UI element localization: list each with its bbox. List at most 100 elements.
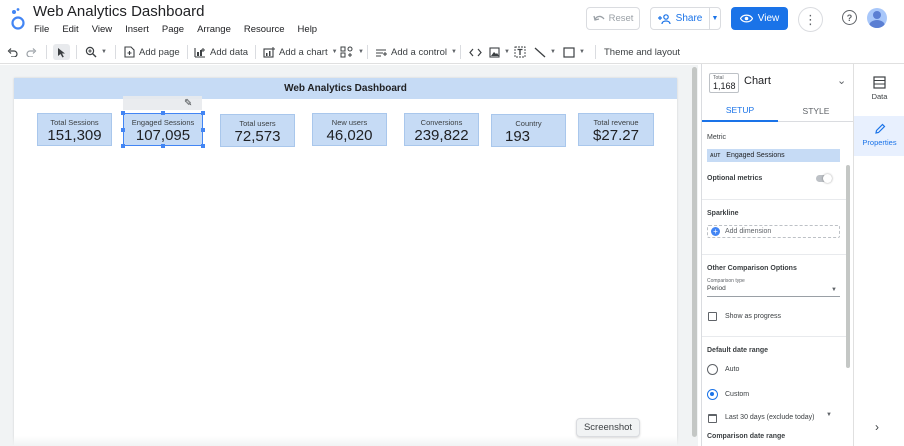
screenshot-tooltip[interactable]: Screenshot — [576, 418, 640, 437]
optional-metrics-toggle[interactable] — [816, 174, 832, 183]
scorecard-conversions[interactable]: Conversions 239,822 — [404, 113, 479, 146]
menu-page[interactable]: Page — [162, 24, 184, 35]
share-button[interactable]: Share — [650, 7, 710, 30]
properties-panel: Total 1,168 Chart ⌄ SETUP STYLE Metric A… — [701, 64, 854, 446]
reset-label: Reset — [608, 13, 634, 24]
view-label: View — [757, 13, 780, 24]
resize-handle[interactable] — [121, 144, 125, 148]
rail-properties-tab[interactable]: Properties — [854, 116, 904, 156]
metric-label: Metric — [707, 134, 727, 141]
reset-button[interactable]: Reset — [586, 7, 640, 30]
edit-toolbar: ▼ Add page Add data Add a chart ▼ ▼ Add … — [0, 40, 904, 64]
menu-arrange[interactable]: Arrange — [197, 24, 231, 35]
share-dropdown-button[interactable]: ▼ — [709, 7, 721, 30]
add-page-button[interactable]: Add page — [124, 44, 180, 60]
data-table-icon — [873, 76, 886, 89]
resize-handle[interactable] — [121, 111, 125, 115]
scorecard-country[interactable]: Country 193 — [491, 114, 566, 147]
add-dimension-label: Add dimension — [725, 228, 772, 235]
eye-icon — [739, 14, 753, 23]
chevron-right-icon[interactable]: › — [875, 420, 879, 434]
scorecard-value: 193 — [505, 128, 531, 145]
add-circle-icon: + — [711, 227, 720, 236]
cursor-arrow-icon — [58, 47, 65, 57]
redo-button[interactable] — [26, 44, 37, 60]
zoom-button[interactable]: ▼ — [85, 44, 107, 60]
date-range-auto-radio[interactable] — [707, 364, 718, 375]
select-tool-button[interactable] — [53, 44, 70, 60]
add-data-button[interactable]: Add data — [194, 44, 248, 60]
share-label: Share — [675, 13, 703, 24]
resize-handle[interactable] — [201, 144, 205, 148]
menu-insert[interactable]: Insert — [125, 24, 149, 35]
scorecard-value: 239,822 — [414, 127, 469, 144]
resize-handle[interactable] — [201, 111, 205, 115]
caret-down-icon: ▼ — [331, 49, 338, 55]
scorecard-total-sessions[interactable]: Total Sessions 151,309 — [37, 113, 112, 146]
date-range-custom-radio[interactable] — [707, 389, 718, 400]
panel-scrollbar-thumb[interactable] — [846, 165, 850, 368]
menu-resource[interactable]: Resource — [244, 24, 285, 35]
scorecard-total-revenue[interactable]: Total revenue $27.27 — [578, 113, 654, 146]
edit-pencil-icon[interactable]: ✎ — [184, 98, 192, 109]
report-title[interactable]: Web Analytics Dashboard — [33, 3, 204, 20]
menu-help[interactable]: Help — [298, 24, 318, 35]
calendar-icon — [708, 414, 717, 423]
scorecard-new-users[interactable]: New users 46,020 — [312, 113, 387, 146]
add-dimension-button[interactable]: + Add dimension — [707, 225, 840, 238]
add-control-button[interactable]: Add a control ▼ — [375, 44, 457, 60]
community-viz-button[interactable]: ▼ — [340, 44, 364, 60]
line-button[interactable]: ▼ — [534, 44, 556, 60]
resize-handle[interactable] — [161, 111, 165, 115]
chart-type-thumbnail[interactable]: Total 1,168 — [709, 73, 739, 93]
add-chart-button[interactable]: Add a chart ▼ — [263, 44, 338, 60]
redo-icon — [26, 47, 37, 57]
image-icon — [489, 46, 500, 58]
comparison-type-select[interactable]: Period ▼ — [707, 285, 840, 297]
image-button[interactable]: ▼ — [489, 44, 510, 60]
tab-setup[interactable]: SETUP — [702, 100, 778, 122]
resize-handle[interactable] — [121, 128, 125, 132]
more-options-button[interactable]: ⋮ — [798, 7, 823, 32]
help-button[interactable]: ? — [842, 10, 857, 25]
theme-layout-button[interactable]: Theme and layout — [604, 44, 680, 60]
resize-handle[interactable] — [201, 128, 205, 132]
text-box-icon — [514, 46, 526, 58]
caret-down-icon: ▼ — [579, 49, 585, 55]
auto-label: Auto — [725, 366, 740, 373]
view-button[interactable]: View — [731, 7, 788, 30]
menu-view[interactable]: View — [92, 24, 112, 35]
tab-style[interactable]: STYLE — [778, 100, 854, 122]
scorecard-value: 151,309 — [47, 127, 102, 144]
scorecard-total-users[interactable]: Total users 72,573 — [220, 114, 295, 147]
show-progress-checkbox[interactable] — [708, 312, 717, 321]
embed-url-button[interactable] — [469, 44, 482, 60]
add-data-label: Add data — [210, 46, 249, 58]
text-button[interactable] — [514, 44, 526, 60]
scorecard-value: 46,020 — [326, 127, 373, 144]
menu-file[interactable]: File — [34, 24, 49, 35]
dashboard-banner[interactable]: Web Analytics Dashboard — [14, 78, 677, 99]
resize-handle[interactable] — [161, 144, 165, 148]
canvas-scrollbar-thumb[interactable] — [692, 67, 697, 437]
scorecard-engaged-sessions[interactable]: Engaged Sessions 107,095 — [123, 113, 203, 146]
reset-icon — [592, 15, 605, 21]
date-range-select[interactable]: Last 30 days (exclude today) — [725, 414, 815, 421]
app-header: Web Analytics Dashboard File Edit View I… — [0, 0, 904, 40]
chart-type-title[interactable]: Chart — [744, 75, 771, 87]
other-comparison-label: Other Comparison Options — [707, 265, 797, 272]
code-icon — [469, 48, 482, 56]
metric-chip[interactable]: AUT Engaged Sessions — [707, 149, 840, 162]
undo-button[interactable] — [7, 44, 18, 60]
shape-button[interactable]: ▼ — [563, 44, 585, 60]
scorecard-label: Engaged Sessions — [131, 118, 195, 127]
account-avatar[interactable] — [867, 8, 887, 28]
add-chart-label: Add a chart — [279, 46, 328, 58]
looker-studio-logo-icon[interactable] — [10, 7, 26, 31]
rail-data-tab[interactable]: Data — [854, 76, 904, 114]
comparison-date-range-label: Comparison date range — [707, 433, 786, 440]
caret-down-icon[interactable]: ▼ — [826, 412, 832, 418]
menu-edit[interactable]: Edit — [62, 24, 78, 35]
chevron-down-icon[interactable]: ⌄ — [837, 74, 846, 87]
scorecard-label: New users — [331, 118, 368, 127]
